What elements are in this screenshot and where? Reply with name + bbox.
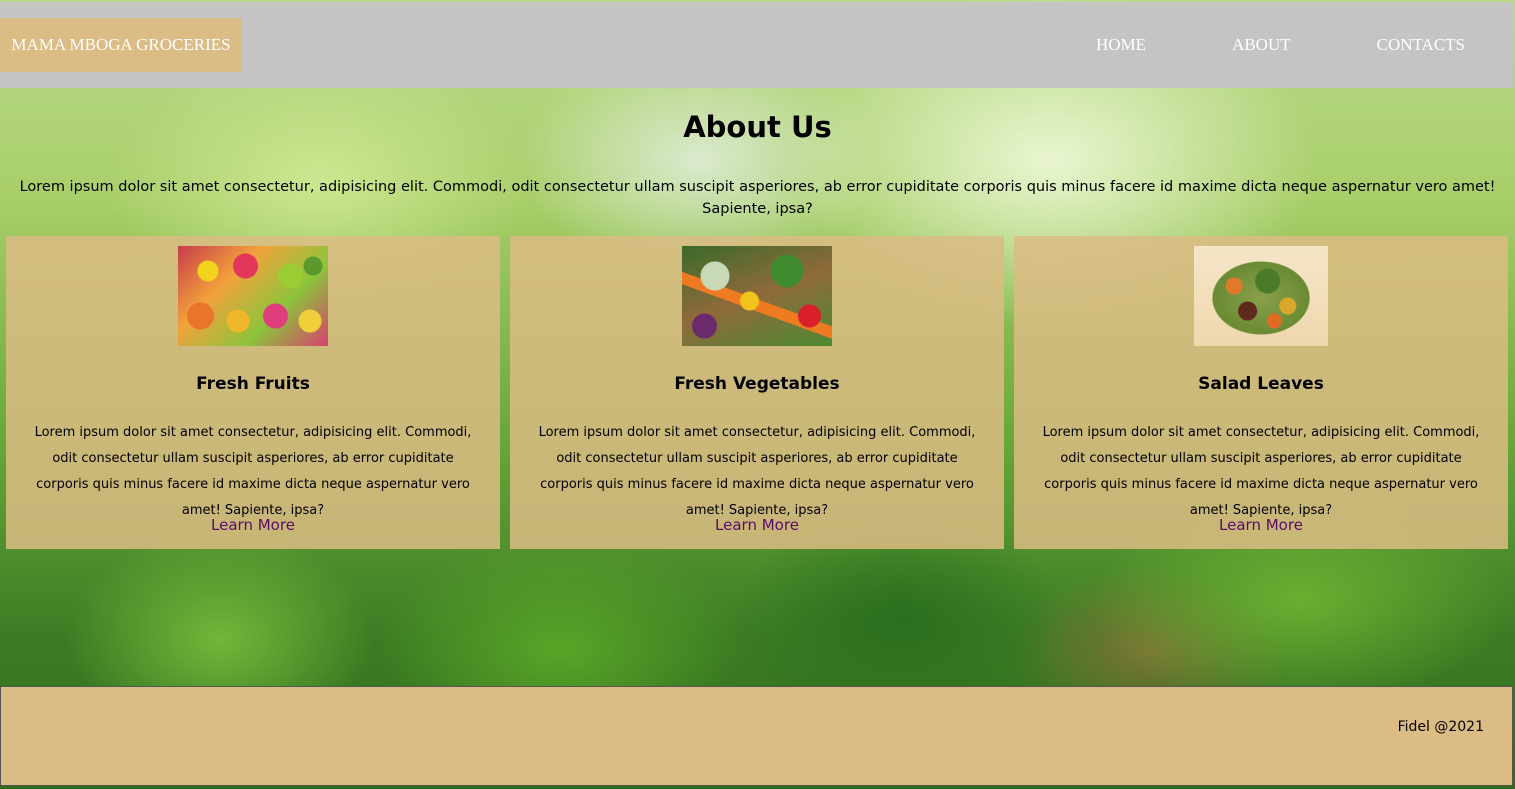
card-salad-leaves: Salad Leaves Lorem ipsum dolor sit amet … [1014, 236, 1508, 549]
about-description: Lorem ipsum dolor sit amet consectetur, … [19, 179, 1496, 217]
nav-link-home[interactable]: HOME [1096, 35, 1146, 55]
brand-logo[interactable]: MAMA MBOGA GROCERIES [0, 18, 242, 72]
card-fresh-vegetables: Fresh Vegetables Lorem ipsum dolor sit a… [510, 236, 1004, 549]
nav-link-about[interactable]: ABOUT [1232, 35, 1291, 55]
learn-more-link[interactable]: Learn More [1014, 516, 1508, 534]
vegetables-image [682, 246, 832, 346]
learn-more-link[interactable]: Learn More [510, 516, 1004, 534]
learn-more-link[interactable]: Learn More [6, 516, 500, 534]
card-title: Fresh Fruits [196, 374, 310, 394]
salad-image [1194, 246, 1328, 346]
card-fresh-fruits: Fresh Fruits Lorem ipsum dolor sit amet … [6, 236, 500, 549]
site-footer: Fidel @2021 [0, 686, 1513, 786]
footer-credit: Fidel @2021 [1397, 719, 1484, 735]
fruits-image [178, 246, 328, 346]
nav-link-contacts[interactable]: CONTACTS [1377, 35, 1465, 55]
card-description: Lorem ipsum dolor sit amet consectetur, … [1042, 425, 1480, 518]
about-title: About Us [683, 110, 832, 144]
card-title: Salad Leaves [1198, 374, 1324, 394]
main-nav: HOME ABOUT CONTACTS [1096, 2, 1513, 88]
card-title: Fresh Vegetables [674, 374, 840, 394]
card-description: Lorem ipsum dolor sit amet consectetur, … [34, 425, 472, 518]
site-header: MAMA MBOGA GROCERIES HOME ABOUT CONTACTS [0, 2, 1513, 88]
card-description: Lorem ipsum dolor sit amet consectetur, … [538, 425, 976, 518]
